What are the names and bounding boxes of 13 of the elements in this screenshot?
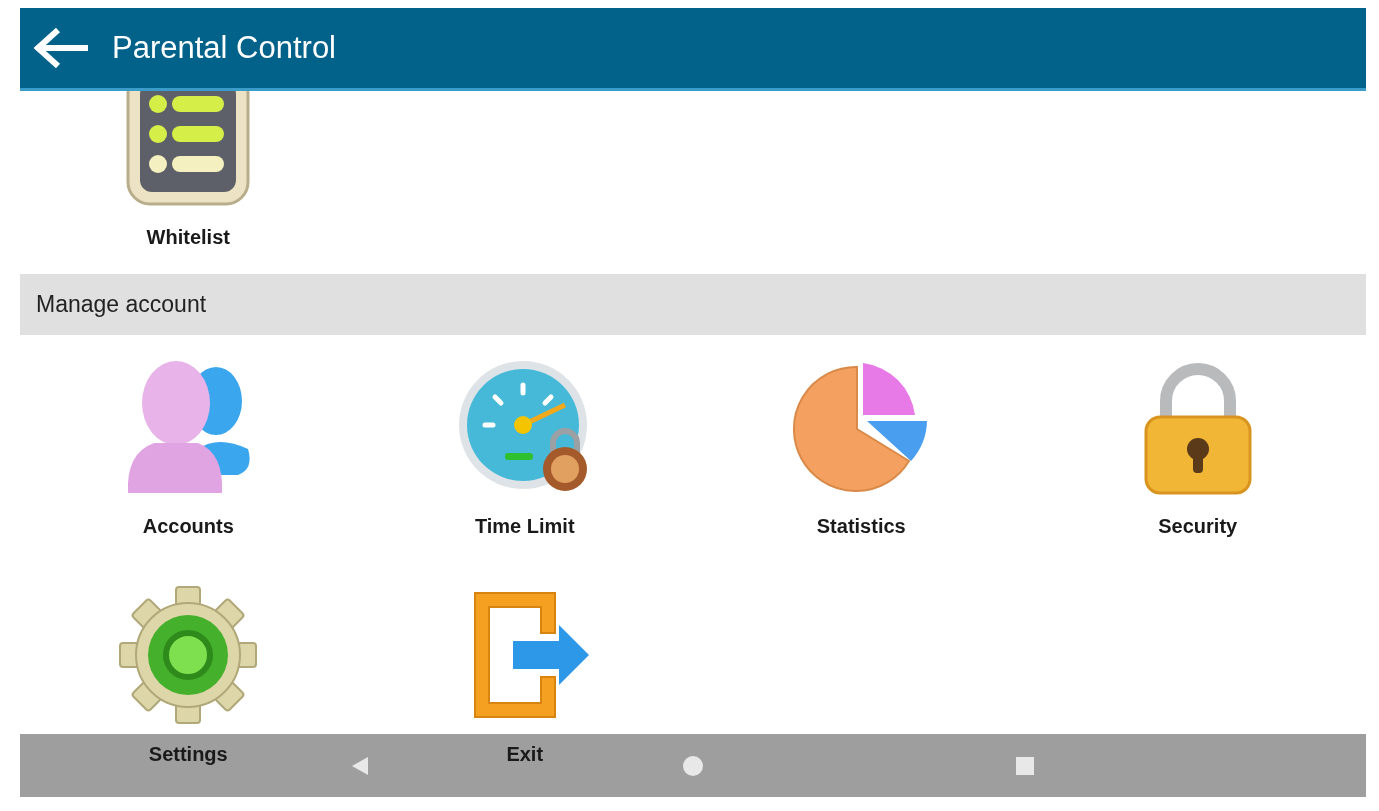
tile-label[interactable]: Security — [1158, 515, 1238, 538]
gear-icon — [118, 585, 259, 725]
screen-title: Parental Control — [112, 30, 336, 66]
tile-label[interactable]: Whitelist — [146, 226, 230, 249]
tile-label[interactable]: Statistics — [816, 515, 906, 538]
back-arrow-icon[interactable] — [34, 28, 90, 68]
tile-label[interactable]: Accounts — [142, 515, 234, 538]
tile-label[interactable]: Exit — [506, 743, 544, 766]
tile-label[interactable]: Time Limit — [474, 515, 575, 538]
section-title: Manage account — [36, 291, 207, 318]
recents-icon[interactable] — [1014, 754, 1036, 777]
tile-label[interactable]: Settings — [148, 743, 228, 766]
home-icon[interactable] — [682, 754, 704, 777]
